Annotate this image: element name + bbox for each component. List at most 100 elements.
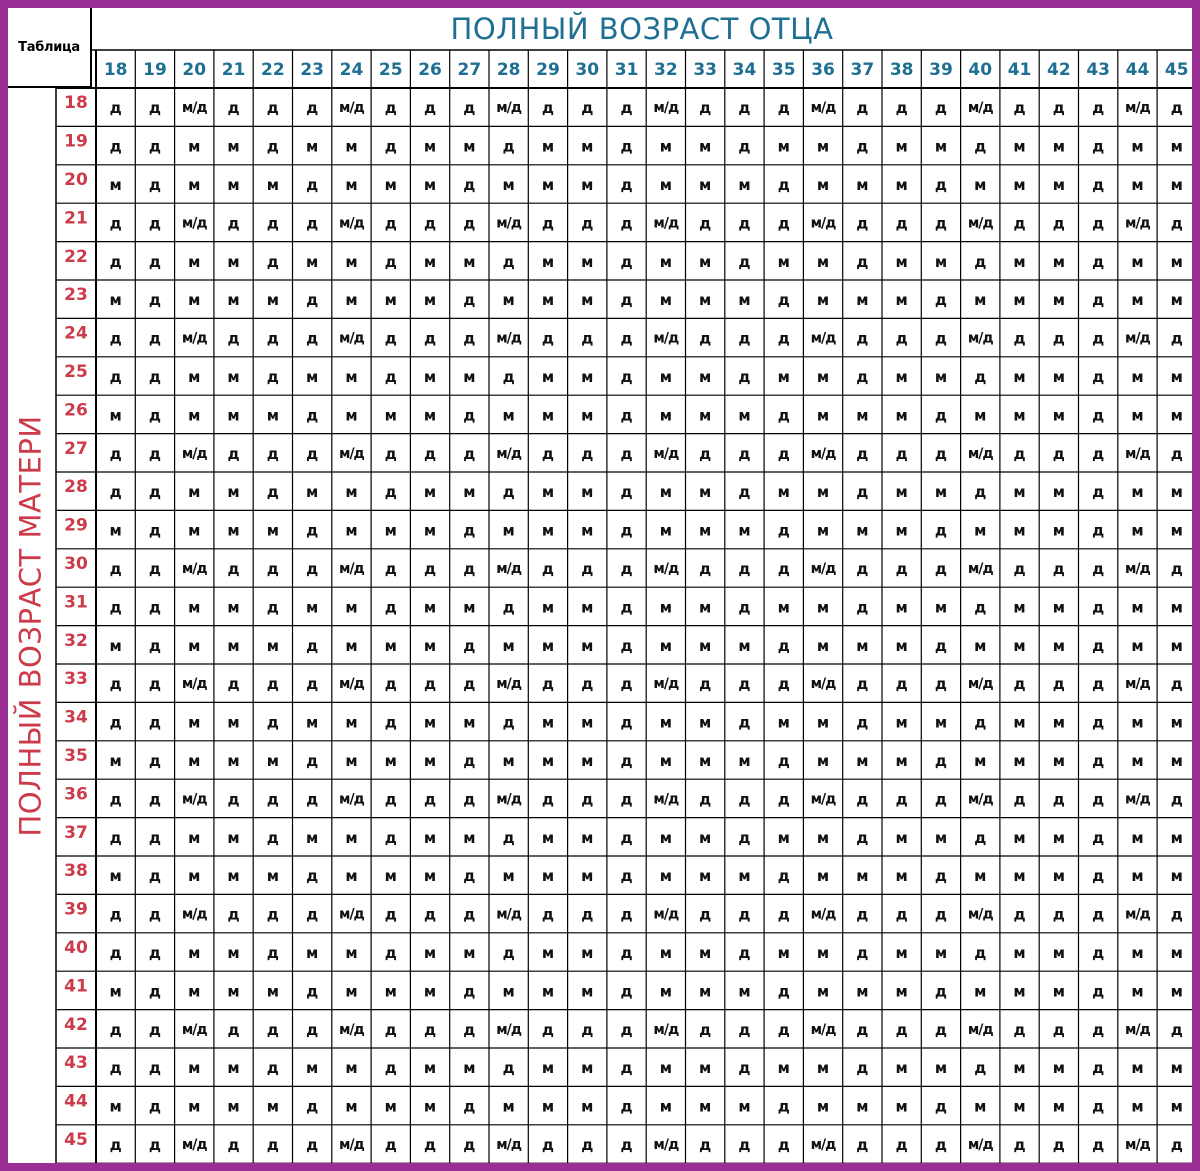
table-cell: м	[227, 522, 239, 540]
table-cell: д	[935, 445, 947, 463]
table-cell: м	[778, 483, 790, 501]
father-age-header: 34	[733, 60, 757, 80]
table-cell: д	[110, 99, 122, 117]
table-cell: д	[1092, 522, 1104, 540]
table-cell: д	[385, 99, 397, 117]
table-cell: м	[227, 483, 239, 501]
table-cell: д	[896, 1021, 908, 1039]
table-cell: д	[1171, 675, 1183, 693]
table-cell: д	[149, 291, 161, 309]
table-cell: д	[620, 675, 632, 693]
table-cell: м	[1131, 368, 1143, 386]
table-cell: м	[424, 253, 436, 271]
table-cell: м/д	[496, 446, 522, 462]
table-cell: д	[385, 1021, 397, 1039]
table-cell: д	[738, 944, 750, 962]
table-cell: д	[935, 330, 947, 348]
table-cell: м	[227, 368, 239, 386]
table-cell: м/д	[968, 331, 994, 347]
table-cell: м/д	[811, 1137, 837, 1153]
table-cell: м	[424, 406, 436, 424]
table-cell: д	[463, 445, 475, 463]
table-cell: д	[424, 445, 436, 463]
mother-age-header: 41	[64, 976, 88, 996]
table-cell: д	[1092, 1098, 1104, 1116]
table-cell: м/д	[1125, 907, 1151, 923]
table-cell: м	[424, 944, 436, 962]
table-cell: д	[227, 790, 239, 808]
table-cell: м	[385, 637, 397, 655]
table-cell: м/д	[339, 1022, 365, 1038]
table-cell: м	[1171, 1098, 1183, 1116]
table-cell: м/д	[811, 791, 837, 807]
table-cell: д	[1171, 99, 1183, 117]
father-age-header: 30	[575, 60, 599, 80]
table-cell: м	[267, 291, 279, 309]
table-cell: д	[699, 214, 711, 232]
table-cell: д	[620, 99, 632, 117]
age-grid: 18 19 20 21 22 23 24 25 26 27 28 29 30 31 32 33 34 35 36 37…	[55, 49, 1192, 1163]
table-cell: м	[1013, 253, 1025, 271]
table-cell: д	[778, 752, 790, 770]
table-cell: д	[267, 445, 279, 463]
table-cell: д	[267, 1136, 279, 1154]
table-cell: м	[1053, 944, 1065, 962]
table-cell: м	[935, 1059, 947, 1077]
table-cell: д	[267, 714, 279, 732]
table-cell: д	[738, 445, 750, 463]
table-cell: м	[306, 598, 318, 616]
table-cell: м	[267, 637, 279, 655]
table-cell: м/д	[496, 331, 522, 347]
table-cell: д	[110, 483, 122, 501]
table-cell: д	[974, 944, 986, 962]
table-cell: м/д	[968, 1022, 994, 1038]
table-cell: м	[738, 867, 750, 885]
table-cell: д	[149, 944, 161, 962]
table-cell: м	[581, 176, 593, 194]
mother-age-header: 23	[64, 285, 88, 305]
father-age-header: 24	[340, 60, 364, 80]
mother-age-header: 32	[64, 631, 88, 651]
table-cell: д	[1092, 867, 1104, 885]
mother-age-header: 28	[64, 477, 88, 497]
table-cell: м	[738, 982, 750, 1000]
table-cell: д	[778, 445, 790, 463]
table-cell: д	[699, 1136, 711, 1154]
table-cell: д	[738, 1136, 750, 1154]
table-cell: д	[620, 522, 632, 540]
table-cell: д	[227, 214, 239, 232]
table-cell: д	[935, 867, 947, 885]
table-cell: м	[424, 982, 436, 1000]
table-cell: д	[110, 906, 122, 924]
table-cell: м	[1013, 291, 1025, 309]
table-cell: м	[542, 867, 554, 885]
table-cell: д	[267, 253, 279, 271]
table-cell: д	[149, 1059, 161, 1077]
table-cell: м	[385, 867, 397, 885]
table-cell: м	[345, 752, 357, 770]
table-cell: д	[856, 944, 868, 962]
table-cell: м	[935, 483, 947, 501]
table-cell: д	[620, 598, 632, 616]
table-cell: м	[778, 714, 790, 732]
table-cell: д	[306, 752, 318, 770]
table-cell: д	[1092, 1136, 1104, 1154]
table-cell: д	[149, 330, 161, 348]
table-cell: д	[267, 1021, 279, 1039]
table-cell: д	[110, 214, 122, 232]
table-cell: м	[660, 176, 672, 194]
table-cell: м	[345, 598, 357, 616]
table-cell: д	[110, 944, 122, 962]
table-cell: д	[542, 790, 554, 808]
table-cell: д	[149, 1021, 161, 1039]
table-cell: д	[149, 214, 161, 232]
age-table-page: Таблица ПОЛНЫЙ ВОЗРАСТ ОТЦА ПОЛНЫЙ ВОЗРА…	[8, 8, 1192, 1163]
table-cell: д	[227, 906, 239, 924]
table-cell: м	[817, 406, 829, 424]
table-cell: м	[817, 291, 829, 309]
table-cell: д	[1013, 906, 1025, 924]
mother-age-header: 35	[64, 746, 88, 766]
table-cell: д	[778, 522, 790, 540]
table-cell: д	[738, 99, 750, 117]
father-age-header: 27	[458, 60, 482, 80]
